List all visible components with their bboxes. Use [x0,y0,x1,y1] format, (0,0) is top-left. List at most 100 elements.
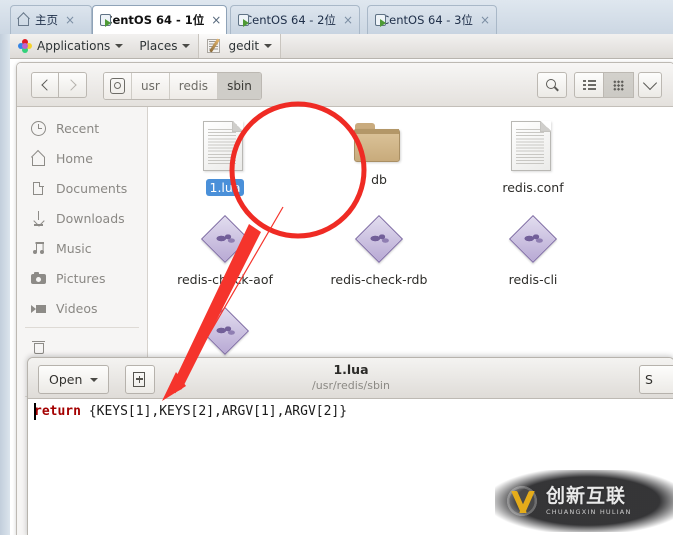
sidebar-item-downloads[interactable]: Downloads [17,203,147,233]
gedit-title: 1.lua [333,362,369,377]
folder-icon [354,121,404,165]
file-name: redis-check-rdb [330,272,428,287]
save-button[interactable]: S [639,365,673,394]
close-icon[interactable]: × [480,13,490,27]
navigation-buttons [31,72,87,98]
vmware-tab-centos-2[interactable]: CentOS 64 - 2位 × [230,5,360,34]
gnome-top-panel: Applications Places gedit [10,34,673,59]
back-arrow-icon [40,79,53,91]
window-menu-gedit[interactable]: gedit [198,34,282,58]
view-toggle-group [574,72,634,98]
breadcrumb: usr redis sbin [103,72,262,100]
home-icon [31,151,46,166]
file-manager-toolbar: usr redis sbin [17,63,673,107]
vmware-tab-label: CentOS 64 - 1位 [104,13,205,27]
gedit-subtitle: /usr/redis/sbin [312,379,390,392]
text-file-icon [203,121,247,173]
clock-icon [31,120,46,136]
list-view-icon [582,80,596,90]
chevron-down-icon [264,44,273,48]
sidebar-item-label: Documents [56,180,128,196]
file-name: db [371,172,387,187]
menu-applications-label: Applications [37,39,111,53]
applications-icon [18,39,32,53]
chevron-down-icon [642,75,658,91]
code-line-1: return {KEYS[1],KEYS[2],ARGV[1],ARGV[2]} [34,403,673,421]
vm-icon [238,13,250,27]
gedit-header-bar: Open 1.lua /usr/redis/sbin S [28,358,673,399]
x-logo-icon [511,491,535,513]
search-button[interactable] [537,72,567,98]
file-name: redis.conf [502,180,564,195]
sidebar-item-label: Recent [56,120,100,136]
vmware-tab-centos-3[interactable]: CentOS 64 - 3位 × [367,5,497,34]
sidebar-item-label: Videos [56,300,98,316]
sidebar-item-label: Pictures [56,270,106,286]
vmware-tab-bar: 主页 × CentOS 64 - 1位 × CentOS 64 - 2位 × C… [0,0,673,35]
sidebar-item-videos[interactable]: Videos [17,293,147,323]
sidebar-item-label: Home [56,150,93,166]
breadcrumb-device[interactable] [104,73,132,99]
file-grid: 1.lua db redis.conf redis-check-aof redi… [148,113,673,389]
vmware-tab-centos-1[interactable]: CentOS 64 - 1位 × [92,5,227,34]
menu-places-label: Places [139,39,178,53]
chevron-down-icon [115,44,124,48]
sidebar-item-documents[interactable]: Documents [17,173,147,203]
vmware-tab-home[interactable]: 主页 × [10,5,92,34]
sidebar-divider [25,327,139,328]
gedit-icon [207,38,223,54]
close-icon[interactable]: × [65,13,75,27]
executable-icon [507,213,559,265]
watermark-text: 创新互联 CHUANGXIN HULIAN [546,484,632,516]
camera-icon [31,271,46,286]
file-name: redis-check-aof [177,272,273,287]
watermark-logo-icon [505,484,539,518]
text-file-icon [511,121,555,173]
sidebar-item-pictures[interactable]: Pictures [17,263,147,293]
watermark-cn: 创新互联 [546,484,627,507]
watermark-en: CHUANGXIN HULIAN [546,507,632,516]
executable-icon [353,213,405,265]
file-item-1-lua[interactable]: 1.lua [148,113,302,205]
list-view-button[interactable] [574,72,604,98]
vmware-tab-label: CentOS 64 - 2位 [244,13,336,27]
vmware-tab-label: CentOS 64 - 3位 [381,13,473,27]
file-item-redis-check-rdb[interactable]: redis-check-rdb [302,205,456,297]
breadcrumb-item-sbin[interactable]: sbin [218,73,261,99]
executable-icon [199,305,251,357]
vm-icon [375,13,387,27]
file-item-redis-check-aof[interactable]: redis-check-aof [148,205,302,297]
document-icon [31,181,46,196]
sidebar-item-home[interactable]: Home [17,143,147,173]
home-icon [18,14,31,27]
download-icon [31,210,46,226]
forward-button[interactable] [59,72,87,98]
executable-icon [199,213,251,265]
file-item-redis-cli[interactable]: redis-cli [456,205,610,297]
breadcrumb-item-usr[interactable]: usr [132,73,170,99]
forward-arrow-icon [65,79,77,91]
menu-places[interactable]: Places [131,34,198,58]
text-cursor [34,403,36,420]
sidebar-item-label: Downloads [56,210,125,226]
sidebar-item-recent[interactable]: Recent [17,113,147,143]
sidebar-item-label: Music [56,240,92,256]
vmware-left-frame [0,34,10,535]
breadcrumb-item-redis[interactable]: redis [169,73,219,99]
close-icon[interactable]: × [343,13,353,27]
back-button[interactable] [31,72,59,98]
chevron-down-icon [182,44,191,48]
file-item-redis-conf[interactable]: redis.conf [456,113,610,205]
grid-view-button[interactable] [604,72,634,98]
screenshot-root: 主页 × CentOS 64 - 1位 × CentOS 64 - 2位 × C… [0,0,673,535]
menu-applications[interactable]: Applications [10,34,131,58]
file-name: 1.lua [205,179,245,196]
close-icon[interactable]: × [211,13,221,27]
grid-view-icon [613,79,624,91]
file-item-db[interactable]: db [302,113,456,205]
code-body: {KEYS[1],KEYS[2],ARGV[1],ARGV[2]} [80,404,348,419]
sidebar-item-music[interactable]: Music [17,233,147,263]
options-menu-button[interactable] [638,72,662,98]
window-menu-label: gedit [228,39,260,53]
file-name: redis-cli [508,272,558,287]
